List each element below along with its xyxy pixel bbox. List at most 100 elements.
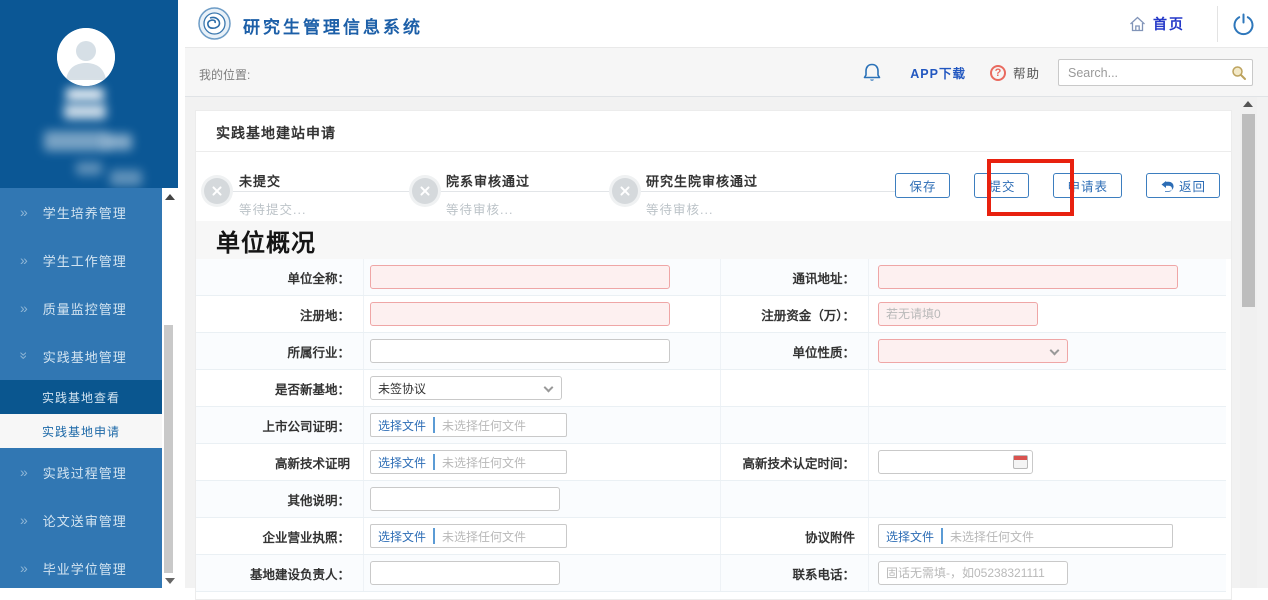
sidebar-item-quality-monitor[interactable]: » 质量监控管理 — [0, 284, 162, 332]
chevron-down-icon — [544, 383, 554, 393]
sidebar-subitem-label: 实践基地查看 — [42, 389, 120, 406]
is-new-base-select[interactable]: 未签协议 — [370, 376, 562, 400]
chevron-right-icon: » — [20, 560, 29, 576]
scroll-up-arrow-icon[interactable] — [165, 194, 175, 200]
app-download-link[interactable]: APP下载 — [910, 63, 966, 82]
submit-button[interactable]: 提交 — [974, 173, 1029, 198]
company-name-input[interactable] — [370, 265, 670, 289]
no-file-text: 未选择任何文件 — [435, 454, 533, 471]
redacted-username — [64, 104, 106, 119]
field-label: 上市公司证明： — [262, 416, 350, 435]
industry-input[interactable] — [370, 339, 670, 363]
search-input[interactable] — [1059, 60, 1252, 85]
hightech-date-input[interactable] — [878, 450, 1033, 474]
field-label: 注册资金（万）： — [761, 305, 855, 324]
select-value: 未签协议 — [378, 380, 426, 397]
field-label: 通讯地址： — [792, 268, 855, 287]
power-icon — [1232, 13, 1255, 36]
home-link[interactable]: 首页 — [1129, 14, 1185, 34]
search-icon[interactable] — [1231, 65, 1247, 81]
sidebar-menu: » 学生培养管理 » 学生工作管理 » 质量监控管理 » 实践基地管理 实践基地… — [0, 188, 162, 588]
calendar-icon[interactable] — [1013, 455, 1028, 469]
sidebar-item-student-affairs[interactable]: » 学生工作管理 — [0, 236, 162, 284]
back-arrow-icon — [1160, 180, 1174, 192]
redacted-info — [44, 131, 108, 151]
help-icon: ? — [990, 65, 1006, 81]
workflow-step-not-submitted: 未提交 等待提交... — [239, 171, 306, 218]
sidebar-item-practice-base[interactable]: » 实践基地管理 — [0, 332, 162, 380]
workflow-step-gradschool-approved: 研究生院审核通过 等待审核... — [646, 171, 758, 218]
sidebar-scrollbar-thumb[interactable] — [164, 325, 173, 573]
field-label: 是否新基地： — [275, 379, 350, 398]
step-title: 研究生院审核通过 — [646, 171, 758, 190]
sidebar-subitem-practice-base-view[interactable]: 实践基地查看 — [0, 380, 162, 414]
base-leader-input[interactable] — [370, 561, 560, 585]
redacted-info — [110, 170, 142, 186]
profile-panel — [0, 0, 178, 188]
no-file-text: 未选择任何文件 — [435, 417, 533, 434]
sidebar: » 学生培养管理 » 学生工作管理 » 质量监控管理 » 实践基地管理 实践基地… — [0, 0, 185, 588]
submit-label: 提交 — [988, 176, 1015, 195]
chevron-right-icon: » — [20, 464, 29, 480]
save-button[interactable]: 保存 — [895, 173, 950, 198]
main-scrollbar-thumb[interactable] — [1242, 114, 1255, 307]
university-logo-icon — [198, 7, 231, 40]
choose-file-button[interactable]: 选择文件 — [879, 528, 941, 545]
scroll-down-arrow-icon[interactable] — [165, 578, 175, 584]
section-header: 单位概况 — [196, 221, 1231, 259]
field-label: 高新技术证明 — [275, 453, 350, 472]
search-box — [1058, 59, 1253, 86]
bell-icon — [862, 62, 882, 83]
application-card: 实践基地建站申请 未提交 等待提交... 院系审核通过 等待审核... 研究生院… — [195, 110, 1232, 600]
form-row: 是否新基地： 未签协议 — [196, 370, 1226, 407]
divider — [196, 151, 1231, 152]
help-glyph: ? — [995, 67, 1002, 79]
choose-file-button[interactable]: 选择文件 — [371, 528, 433, 545]
form-row: 上市公司证明： 选择文件 未选择任何文件 — [196, 407, 1226, 444]
step-title: 未提交 — [239, 171, 306, 190]
redacted-username — [66, 88, 104, 101]
step-title: 院系审核通过 — [446, 171, 530, 190]
subheader: 我的位置: APP下载 ? 帮助 — [185, 48, 1268, 97]
business-license-file-input[interactable]: 选择文件 未选择任何文件 — [370, 524, 567, 548]
notifications-button[interactable] — [862, 62, 882, 83]
step-status-x-icon — [412, 178, 438, 204]
breadcrumb: 我的位置: — [199, 66, 250, 83]
chevron-right-icon: » — [20, 204, 29, 220]
chevron-right-icon: » — [20, 512, 29, 528]
no-file-text: 未选择任何文件 — [943, 528, 1041, 545]
hightech-proof-file-input[interactable]: 选择文件 未选择任何文件 — [370, 450, 567, 474]
choose-file-button[interactable]: 选择文件 — [371, 417, 433, 434]
agreement-attachment-file-input[interactable]: 选择文件 未选择任何文件 — [878, 524, 1173, 548]
sidebar-item-student-training[interactable]: » 学生培养管理 — [0, 188, 162, 236]
form-row: 所属行业： 单位性质： — [196, 333, 1226, 370]
registered-place-input[interactable] — [370, 302, 670, 326]
sidebar-subitem-practice-base-apply[interactable]: 实践基地申请 — [0, 414, 162, 448]
help-link[interactable]: ? 帮助 — [990, 63, 1040, 82]
sidebar-item-thesis-review[interactable]: » 论文送审管理 — [0, 496, 162, 544]
logout-power-button[interactable] — [1218, 13, 1268, 36]
sidebar-item-label: 实践过程管理 — [43, 463, 127, 482]
sidebar-item-label: 学生工作管理 — [43, 251, 127, 270]
application-form-button[interactable]: 申请表 — [1053, 173, 1122, 198]
choose-file-button[interactable]: 选择文件 — [371, 454, 433, 471]
header: 研究生管理信息系统 首页 — [185, 0, 1268, 48]
registered-capital-input[interactable] — [878, 302, 1038, 326]
field-label: 注册地： — [300, 305, 350, 324]
listed-company-proof-file-input[interactable]: 选择文件 未选择任何文件 — [370, 413, 567, 437]
sidebar-item-practice-process[interactable]: » 实践过程管理 — [0, 448, 162, 496]
step-status-x-icon — [204, 178, 230, 204]
field-label: 企业营业执照： — [262, 527, 350, 546]
back-button[interactable]: 返回 — [1146, 173, 1220, 198]
unit-nature-select[interactable] — [878, 339, 1068, 363]
contact-phone-input[interactable] — [878, 561, 1068, 585]
home-icon — [1129, 16, 1146, 32]
mailing-address-input[interactable] — [878, 265, 1178, 289]
sidebar-item-graduation-degree[interactable]: » 毕业学位管理 — [0, 544, 162, 592]
action-buttons: 保存 提交 申请表 返回 — [895, 173, 1220, 198]
sidebar-item-label: 实践基地管理 — [43, 347, 127, 366]
unit-overview-form: 单位全称： 通讯地址： 注册地： 注册资金（万）： 所属行业： 单位性质： — [196, 259, 1226, 592]
other-notes-input[interactable] — [370, 487, 560, 511]
scroll-up-arrow-icon[interactable] — [1243, 101, 1253, 107]
workflow-line — [213, 191, 909, 192]
